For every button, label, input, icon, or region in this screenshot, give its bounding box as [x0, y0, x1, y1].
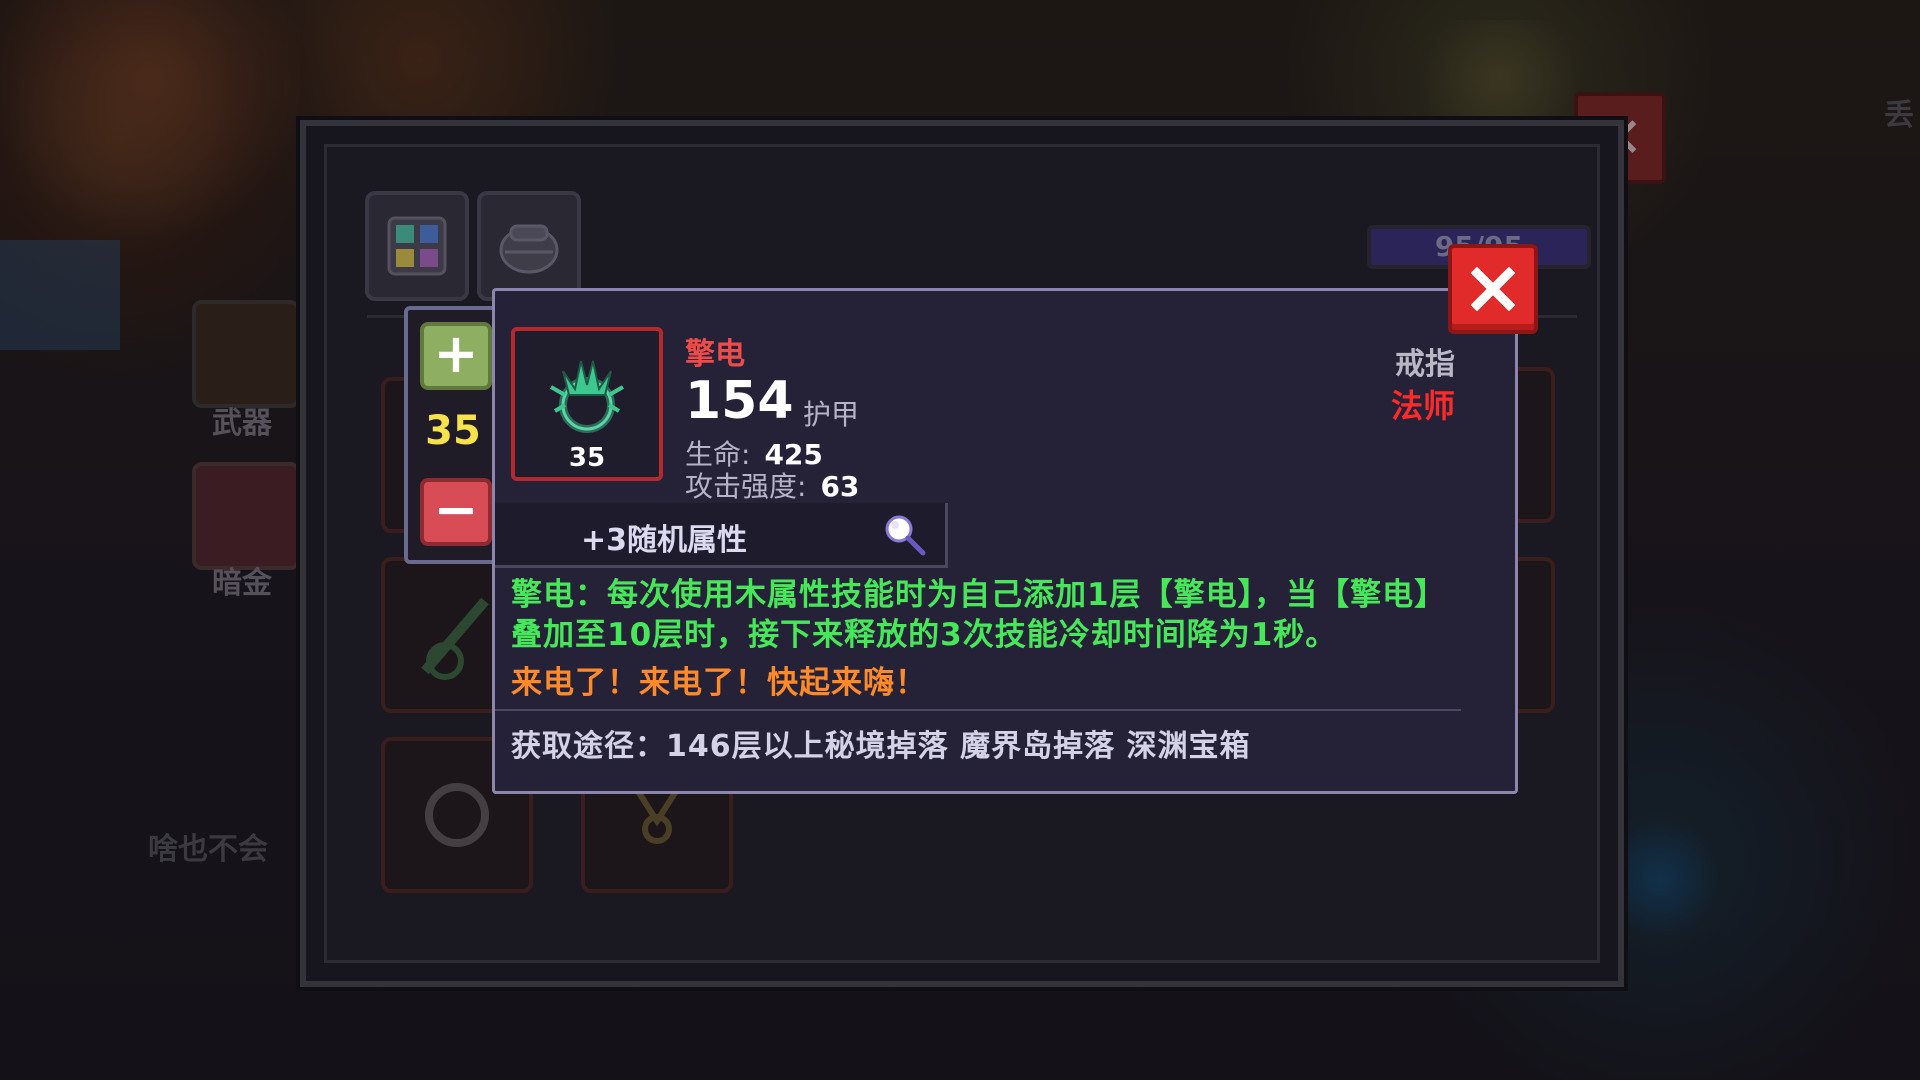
item-level: 35	[568, 443, 606, 473]
ring-icon	[550, 360, 624, 433]
bg-npc-caption: 啥也不会	[148, 832, 268, 867]
sub-stat-attack: 攻击强度: 63	[685, 465, 859, 505]
random-attributes-text: +3随机属性	[581, 523, 748, 558]
sub-stat-value: 63	[820, 470, 860, 503]
grid-icon	[387, 216, 447, 276]
minus-icon: −	[433, 478, 479, 541]
item-flavor-text: 来电了！来电了！快起来嗨！	[511, 665, 927, 701]
random-attributes-bar[interactable]: +3随机属性	[495, 503, 948, 568]
bag-icon	[499, 224, 559, 274]
magnifier-icon[interactable]	[881, 513, 929, 557]
close-icon	[1471, 267, 1515, 311]
item-class: 法师	[1390, 387, 1455, 425]
bg-dark-gold-slot	[192, 462, 300, 570]
main-stat-label: 护甲	[803, 398, 860, 431]
bg-corner-caption: 丢	[1884, 98, 1914, 133]
main-stat-value: 154	[685, 371, 794, 431]
tab-bag[interactable]	[477, 191, 581, 301]
plus-icon: +	[433, 322, 479, 385]
item-type: 戒指	[1395, 347, 1455, 382]
tab-inventory-grid[interactable]	[365, 191, 469, 301]
sub-stat-label: 攻击强度:	[685, 470, 807, 503]
game-screen: 武器 暗金 啥也不会 丢 ✕	[0, 0, 1920, 1080]
level-stepper: + 35 −	[404, 306, 502, 564]
increase-button[interactable]: +	[420, 322, 492, 390]
bg-weapon-slot	[192, 300, 300, 408]
stepper-value: 35	[425, 408, 481, 454]
decrease-button[interactable]: −	[420, 478, 492, 546]
item-source-text: 获取途径：146层以上秘境掉落 魔界岛掉落 深渊宝箱	[511, 729, 1251, 764]
tooltip-divider	[495, 709, 1461, 711]
item-tooltip: 35 擎电 154 护甲 生命: 425 攻击强度: 63 戒指 法师 +3随机属性…	[492, 288, 1518, 794]
bg-stall	[0, 240, 120, 350]
item-name: 擎电	[685, 337, 745, 372]
close-tooltip-button[interactable]	[1448, 244, 1538, 334]
bg-dark-gold-label: 暗金	[212, 566, 272, 601]
item-effect-text: 擎电：每次使用木属性技能时为自己添加1层【擎电】，当【擎电】叠加至10层时，接下…	[511, 577, 1447, 653]
item-icon-frame: 35	[511, 327, 663, 481]
bg-weapon-label: 武器	[212, 406, 272, 441]
